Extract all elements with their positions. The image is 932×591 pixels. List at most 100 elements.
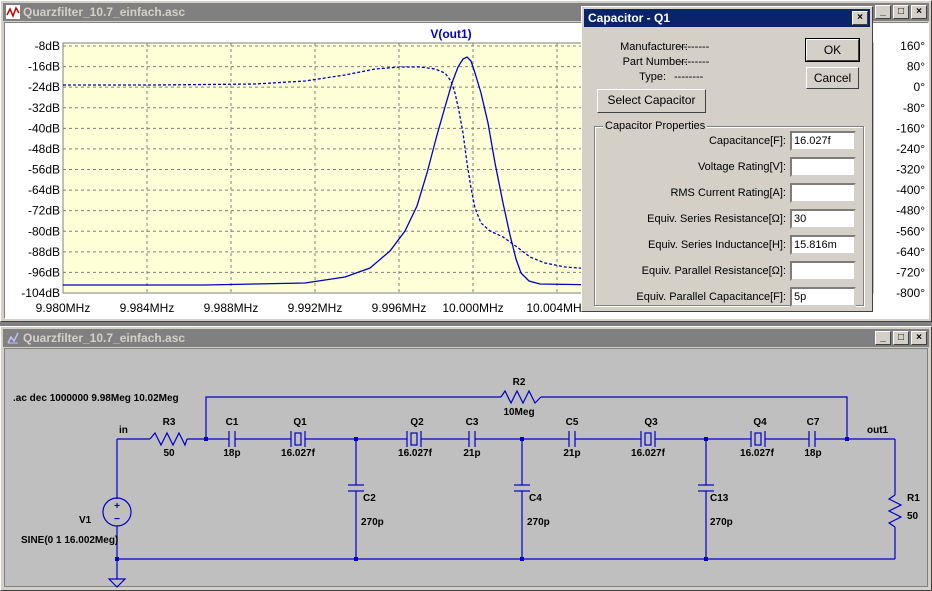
value-c13[interactable]: 270p [710, 517, 733, 528]
circuit-schematic[interactable]: + − .ac dec 1000000 9.98Meg 10.02Meg in … [5, 349, 929, 588]
y-tick-label: -96dB [28, 265, 60, 279]
phase-tick-label: -560° [896, 224, 925, 238]
label-c3: C3 [466, 417, 479, 428]
select-capacitor-button[interactable]: Select Capacitor [597, 89, 706, 113]
voltage-rating-input[interactable] [790, 157, 856, 177]
phase-tick-label: 160° [900, 39, 925, 53]
phase-tick-label: -720° [896, 265, 925, 279]
value-r2[interactable]: 10Meg [503, 407, 534, 418]
label-c2: C2 [363, 493, 376, 504]
y-tick-label: -104dB [21, 286, 60, 300]
y-tick-label: -24dB [28, 80, 60, 94]
value-c5[interactable]: 21p [563, 448, 580, 459]
close-button[interactable]: × [911, 331, 927, 345]
crystal-q3[interactable] [637, 431, 659, 447]
parallel-capacitance-input[interactable] [790, 287, 856, 307]
v1-plus: + [114, 501, 120, 512]
resistor-r3[interactable] [149, 431, 188, 447]
capacitor-c4[interactable] [514, 439, 530, 559]
x-tick-label: 9.980MHz [36, 301, 91, 315]
value-c4[interactable]: 270p [527, 517, 550, 528]
value-r3[interactable]: 50 [163, 448, 175, 459]
phase-tick-label: -80° [903, 101, 925, 115]
schematic-window: Quarzfilter_10.7_einfach.asc _ □ × + − .… [0, 326, 932, 591]
y-tick-label: -48dB [28, 142, 60, 156]
part-number-label: Part Number: [622, 56, 688, 68]
esl-input[interactable] [790, 235, 856, 255]
label-q4: Q4 [753, 417, 767, 428]
capacitor-c1[interactable] [225, 431, 239, 447]
minimize-button[interactable]: _ [875, 5, 891, 19]
trace-label[interactable]: V(out1) [430, 27, 471, 41]
y-tick-label: -32dB [28, 101, 60, 115]
ok-button[interactable]: OK [805, 38, 860, 62]
y-tick-label: -8dB [35, 39, 60, 53]
field-label: RMS Current Rating[A]: [670, 187, 786, 199]
esr-input[interactable] [790, 209, 856, 229]
net-label-out1[interactable]: out1 [867, 425, 889, 436]
y-tick-label: -40dB [28, 121, 60, 135]
capacitor-dialog: Capacitor - Q1 × Manufacturer: -------- … [581, 6, 873, 312]
label-q2: Q2 [410, 417, 424, 428]
crystal-q4[interactable] [747, 431, 769, 447]
capacitor-c3[interactable] [465, 431, 479, 447]
schematic-canvas[interactable]: + − .ac dec 1000000 9.98Meg 10.02Meg in … [4, 348, 929, 588]
y-tick-label: -56dB [28, 163, 60, 177]
value-r1[interactable]: 50 [907, 511, 919, 522]
value-q4[interactable]: 16.027f [740, 448, 775, 459]
ground-icon [107, 578, 127, 588]
resistor-r2[interactable] [500, 389, 542, 405]
label-v1: V1 [79, 515, 92, 526]
capacitance-input[interactable] [790, 131, 856, 151]
field-label: Capacitance[F]: [708, 135, 786, 147]
label-q3: Q3 [644, 417, 658, 428]
y-tick-label: -64dB [28, 183, 60, 197]
net-label-in[interactable]: in [119, 425, 128, 436]
close-button[interactable]: × [852, 11, 868, 25]
label-c4: C4 [529, 493, 542, 504]
capacitor-c7[interactable] [805, 431, 819, 447]
resistor-r1[interactable] [887, 494, 903, 528]
value-c2[interactable]: 270p [361, 517, 384, 528]
x-tick-label: 10.000MHz [442, 301, 503, 315]
cancel-button[interactable]: Cancel [806, 67, 859, 89]
crystal-q2[interactable] [403, 431, 425, 447]
value-q3[interactable]: 16.027f [631, 448, 666, 459]
waveform-icon [6, 5, 20, 19]
dialog-titlebar[interactable]: Capacitor - Q1 × [584, 9, 870, 27]
label-c7: C7 [807, 417, 820, 428]
label-c1: C1 [226, 417, 239, 428]
wire [205, 396, 501, 439]
crystal-q1[interactable] [287, 431, 309, 447]
dialog-title: Capacitor - Q1 [588, 11, 671, 25]
phase-tick-label: 80° [907, 60, 925, 74]
x-tick-label: 10.004MHz [526, 301, 587, 315]
x-tick-label: 9.988MHz [204, 301, 259, 315]
schematic-icon [7, 332, 19, 344]
minimize-button[interactable]: _ [875, 331, 891, 345]
schematic-titlebar[interactable]: Quarzfilter_10.7_einfach.asc _ □ × [3, 329, 929, 347]
capacitor-c5[interactable] [565, 431, 579, 447]
type-value: -------- [674, 71, 704, 83]
close-button[interactable]: × [911, 5, 927, 19]
x-tick-label: 9.992MHz [288, 301, 343, 315]
value-q2[interactable]: 16.027f [398, 448, 433, 459]
value-c3[interactable]: 21p [463, 448, 480, 459]
field-label: Equiv. Series Inductance[H]: [648, 239, 786, 251]
value-v1[interactable]: SINE(0 1 16.002Meg) [21, 535, 118, 546]
parallel-resistance-input[interactable] [790, 261, 856, 281]
manufacturer-label: Manufacturer: [620, 41, 688, 53]
rms-current-input[interactable] [790, 183, 856, 203]
maximize-button[interactable]: □ [893, 331, 909, 345]
field-label: Equiv. Parallel Resistance[Ω]: [641, 265, 786, 277]
phase-tick-label: -320° [896, 163, 925, 177]
maximize-button[interactable]: □ [893, 5, 909, 19]
capacitor-c2[interactable] [348, 439, 364, 559]
value-q1[interactable]: 16.027f [281, 448, 316, 459]
value-c7[interactable]: 18p [804, 448, 821, 459]
spice-directive[interactable]: .ac dec 1000000 9.98Meg 10.02Meg [13, 393, 179, 404]
x-tick-label: 9.984MHz [120, 301, 175, 315]
phase-tick-label: -800° [896, 286, 925, 300]
value-c1[interactable]: 18p [223, 448, 240, 459]
y-tick-label: -16dB [28, 60, 60, 74]
